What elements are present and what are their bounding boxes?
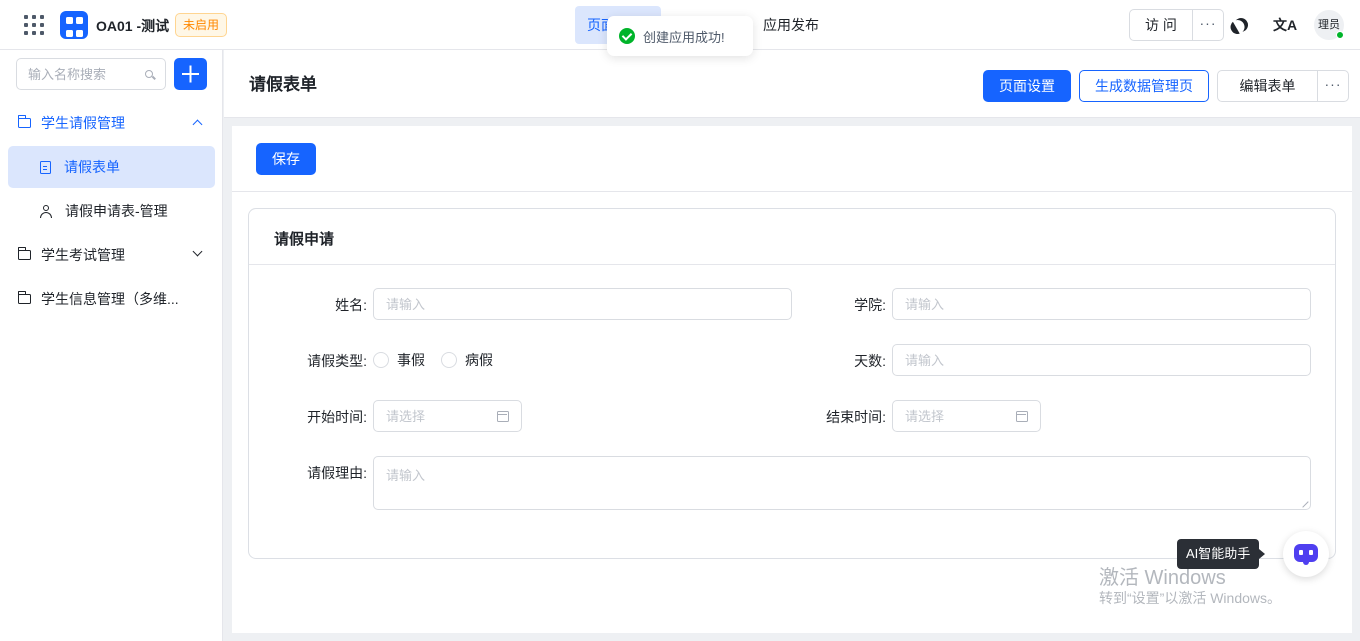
- check-circle-icon: [619, 28, 635, 44]
- page-header: 请假表单 页面设置 生成数据管理页 编辑表单 ···: [224, 50, 1360, 118]
- radio-circle: [441, 352, 457, 368]
- status-badge: 未启用: [175, 13, 228, 37]
- user-icon: [40, 204, 52, 218]
- folder-icon: [17, 291, 31, 304]
- generate-manage-page-button[interactable]: 生成数据管理页: [1079, 70, 1209, 102]
- avatar[interactable]: 理员: [1314, 10, 1344, 40]
- dark-mode-icon[interactable]: [1231, 15, 1250, 34]
- page-settings-button[interactable]: 页面设置: [983, 70, 1071, 102]
- sidebar-item-label: 学生请假管理: [41, 115, 125, 131]
- ai-assistant-tooltip: AI智能助手: [1177, 539, 1266, 569]
- divider: [249, 264, 1335, 265]
- radio-circle: [373, 352, 389, 368]
- sidebar-group-exam[interactable]: 学生考试管理: [8, 234, 215, 276]
- sidebar-group-info[interactable]: 学生信息管理（多维...: [8, 278, 215, 320]
- folder-icon: [17, 247, 31, 260]
- edit-form-group: 编辑表单 ···: [1217, 70, 1349, 102]
- folder-icon: [17, 115, 31, 128]
- form-doc-icon: [40, 160, 51, 174]
- sidebar-item-leave-manage[interactable]: 请假申请表-管理: [8, 190, 215, 232]
- chevron-up-icon: [192, 119, 203, 130]
- name-label: 姓名:: [335, 297, 367, 313]
- more-button[interactable]: ···: [1318, 71, 1348, 101]
- college-field-wrap: [892, 288, 1311, 320]
- name-field-wrap: [373, 288, 792, 320]
- visit-button-group: 访 问 ···: [1129, 9, 1224, 41]
- success-toast: 创建应用成功!: [607, 16, 753, 56]
- app-name: OA01 -测试: [96, 18, 170, 34]
- app-logo-icon: [60, 11, 88, 39]
- days-field[interactable]: [893, 345, 1310, 375]
- radio-personal-leave[interactable]: 事假: [373, 350, 425, 370]
- sidebar-group-student-leave[interactable]: 学生请假管理: [8, 102, 215, 144]
- save-button[interactable]: 保存: [256, 143, 316, 175]
- reason-textarea-wrap: [373, 456, 1311, 510]
- sidebar-item-label: 学生考试管理: [41, 247, 125, 263]
- radio-label: 病假: [465, 352, 493, 368]
- page-title: 请假表单: [249, 75, 317, 94]
- robot-icon: [1294, 544, 1318, 565]
- start-time-label: 开始时间:: [307, 409, 367, 425]
- days-label: 天数:: [854, 353, 886, 369]
- days-field-wrap: [892, 344, 1311, 376]
- divider: [232, 191, 1352, 192]
- edit-form-button[interactable]: 编辑表单: [1218, 71, 1318, 101]
- search-input[interactable]: [17, 59, 137, 89]
- end-date-picker: [892, 400, 1041, 432]
- activation-watermark-text: 转到“设置”以激活 Windows。: [1099, 590, 1282, 606]
- radio-sick-leave[interactable]: 病假: [441, 350, 493, 370]
- sidebar-item-leave-form[interactable]: 请假表单: [8, 146, 215, 188]
- radio-label: 事假: [397, 352, 425, 368]
- translate-icon[interactable]: 文A: [1273, 15, 1297, 35]
- reason-label: 请假理由:: [307, 465, 367, 481]
- sidebar-search: [16, 58, 166, 90]
- online-status-dot: [1336, 31, 1344, 39]
- card-title: 请假申请: [274, 231, 335, 248]
- sidebar: 学生请假管理 请假表单 请假申请表-管理 学生考试管理 学生信息管理（多维...: [0, 50, 223, 641]
- search-icon: [145, 70, 153, 78]
- visit-more-button[interactable]: ···: [1193, 10, 1223, 40]
- avatar-text: 理员: [1318, 19, 1340, 31]
- sidebar-item-label: 请假表单: [64, 159, 120, 175]
- college-field[interactable]: [893, 289, 1310, 319]
- app-grid-icon[interactable]: [24, 15, 44, 35]
- calendar-icon: [1016, 411, 1028, 422]
- tab-publish[interactable]: 应用发布: [763, 6, 819, 44]
- start-date-picker: [373, 400, 522, 432]
- calendar-icon: [497, 411, 509, 422]
- end-time-label: 结束时间:: [826, 409, 886, 425]
- sidebar-item-label: 请假申请表-管理: [65, 203, 168, 219]
- chevron-down-icon: [192, 246, 203, 257]
- toast-message: 创建应用成功!: [643, 29, 725, 45]
- add-button[interactable]: [174, 58, 207, 90]
- leave-type-label: 请假类型:: [307, 353, 367, 369]
- sidebar-item-label: 学生信息管理（多维...: [41, 291, 179, 307]
- ai-assistant-button[interactable]: [1283, 531, 1329, 577]
- name-field[interactable]: [374, 289, 791, 319]
- visit-button[interactable]: 访 问: [1130, 10, 1193, 40]
- college-label: 学院:: [854, 297, 886, 313]
- leave-application-card: 请假申请 姓名: 学院: 请假类型: 事假 病假 天数: 开始时间:: [248, 208, 1336, 559]
- reason-textarea[interactable]: [374, 457, 1310, 509]
